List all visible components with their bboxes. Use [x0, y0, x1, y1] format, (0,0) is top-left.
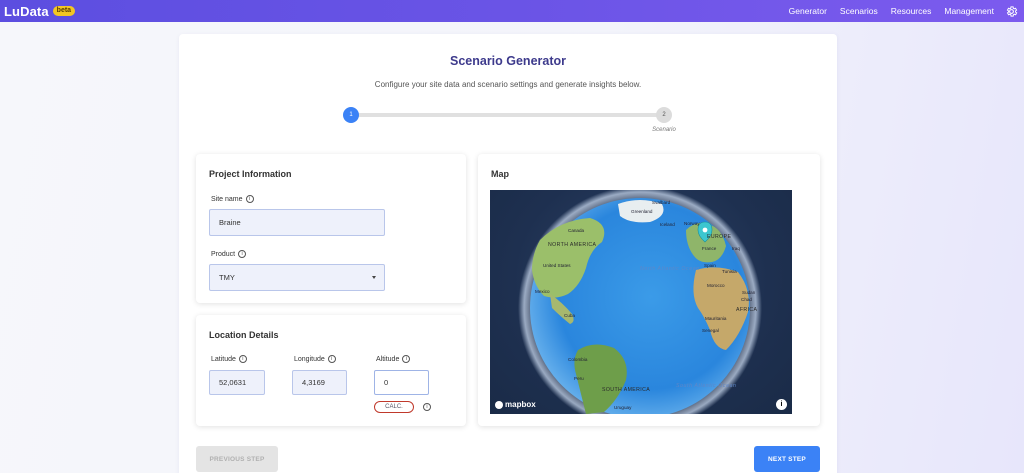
- site-name-input[interactable]: Braine: [209, 209, 385, 236]
- info-icon[interactable]: i: [423, 403, 431, 411]
- top-navbar: LuData beta Generator Scenarios Resource…: [0, 0, 1024, 22]
- app-logo[interactable]: LuData: [4, 4, 49, 19]
- product-label-text: Product: [211, 250, 236, 258]
- map-place-label: Cuba: [564, 313, 575, 318]
- info-icon[interactable]: i: [245, 195, 254, 203]
- previous-step-button[interactable]: PREVIOUS STEP: [196, 446, 278, 472]
- altitude-label-text: Altitude: [376, 355, 400, 363]
- map-ocean-label: North Atlantic Ocean: [640, 266, 700, 272]
- map-place-label: Iraq: [732, 246, 740, 251]
- latitude-input[interactable]: 52,0631: [209, 370, 265, 395]
- mapbox-text: mapbox: [505, 400, 536, 409]
- info-icon[interactable]: i: [327, 355, 336, 363]
- nav-scenarios[interactable]: Scenarios: [840, 6, 878, 16]
- longitude-value: 4,3169: [302, 378, 325, 387]
- map-place-label: Spain: [704, 263, 716, 268]
- altitude-input[interactable]: 0: [374, 370, 429, 395]
- nav-resources[interactable]: Resources: [891, 6, 932, 16]
- product-label: Product i: [211, 250, 247, 258]
- calc-altitude-button[interactable]: CALC.: [374, 401, 414, 413]
- page-title: Scenario Generator: [449, 54, 566, 68]
- page-subtitle: Configure your site data and scenario se…: [374, 80, 642, 89]
- project-information-title: Project Information: [209, 169, 292, 179]
- longitude-label-text: Longitude: [294, 355, 325, 363]
- info-icon[interactable]: i: [238, 355, 247, 363]
- altitude-label: Altitude i: [376, 355, 411, 363]
- map-place-label: Iceland: [660, 222, 675, 227]
- map-card: Map Svalbard Greenland Iceland Norway Ca…: [478, 154, 820, 426]
- map-info-icon[interactable]: i: [776, 399, 787, 410]
- map-place-label: AFRICA: [736, 307, 758, 313]
- mapbox-logo[interactable]: mapbox: [495, 400, 536, 409]
- map-place-label: Chad: [741, 297, 752, 302]
- map-place-label: NORTH AMERICA: [548, 242, 597, 248]
- map-place-label: Norway: [684, 221, 700, 226]
- map-place-label: SOUTH AMERICA: [602, 387, 651, 393]
- product-value: TMY: [219, 273, 235, 282]
- map-place-label: United States: [543, 263, 571, 268]
- latitude-label: Latitude i: [211, 355, 247, 363]
- altitude-value: 0: [384, 378, 389, 387]
- beta-badge: beta: [52, 6, 76, 16]
- longitude-label: Longitude i: [294, 355, 336, 363]
- project-information-card: Project Information Site name i Braine P…: [196, 154, 466, 303]
- location-details-card: Location Details Latitude i 52,0631 Long…: [196, 315, 466, 426]
- stepper-track: [352, 113, 663, 117]
- step-2-indicator[interactable]: 2: [656, 107, 672, 123]
- globe-graphic: [518, 190, 762, 414]
- mapbox-icon: [495, 400, 503, 409]
- gear-icon[interactable]: [1005, 5, 1018, 18]
- map-place-label: Peru: [574, 376, 584, 381]
- map-view[interactable]: Svalbard Greenland Iceland Norway Canada…: [490, 190, 792, 414]
- map-ocean-label: South Atlantic Ocean: [676, 383, 737, 389]
- site-name-label: Site name i: [211, 195, 254, 203]
- site-name-label-text: Site name: [211, 195, 243, 203]
- location-details-title: Location Details: [209, 330, 279, 340]
- map-place-label: Mauritania: [705, 316, 727, 321]
- nav-management[interactable]: Management: [944, 6, 994, 16]
- map-place-label: Colombia: [568, 357, 588, 362]
- nav-generator[interactable]: Generator: [789, 6, 827, 16]
- map-place-label: Uruguay: [614, 405, 632, 410]
- longitude-input[interactable]: 4,3169: [292, 370, 347, 395]
- caret-down-icon: [372, 276, 376, 279]
- info-icon[interactable]: i: [238, 250, 247, 258]
- product-select[interactable]: TMY: [209, 264, 385, 291]
- map-place-label: France: [702, 246, 717, 251]
- map-title: Map: [491, 169, 509, 179]
- map-place-label: Mexico: [535, 289, 550, 294]
- map-place-label: Tunisia: [722, 269, 737, 274]
- site-name-value: Braine: [219, 218, 241, 227]
- step-1-indicator[interactable]: 1: [343, 107, 359, 123]
- step-2-label: Scenario: [652, 127, 676, 133]
- map-place-label: Svalbard: [652, 200, 671, 205]
- main-nav: Generator Scenarios Resources Management: [776, 0, 1018, 22]
- map-place-label: Canada: [568, 228, 585, 233]
- latitude-value: 52,0631: [219, 378, 247, 387]
- next-step-button[interactable]: NEXT STEP: [754, 446, 820, 472]
- map-place-label: Sudan: [742, 290, 756, 295]
- info-icon[interactable]: i: [402, 355, 411, 363]
- map-place-label: Greenland: [631, 209, 653, 214]
- map-place-label: Morocco: [707, 283, 725, 288]
- map-place-label: EUROPE: [707, 234, 732, 240]
- map-place-label: Senegal: [702, 328, 719, 333]
- latitude-label-text: Latitude: [211, 355, 236, 363]
